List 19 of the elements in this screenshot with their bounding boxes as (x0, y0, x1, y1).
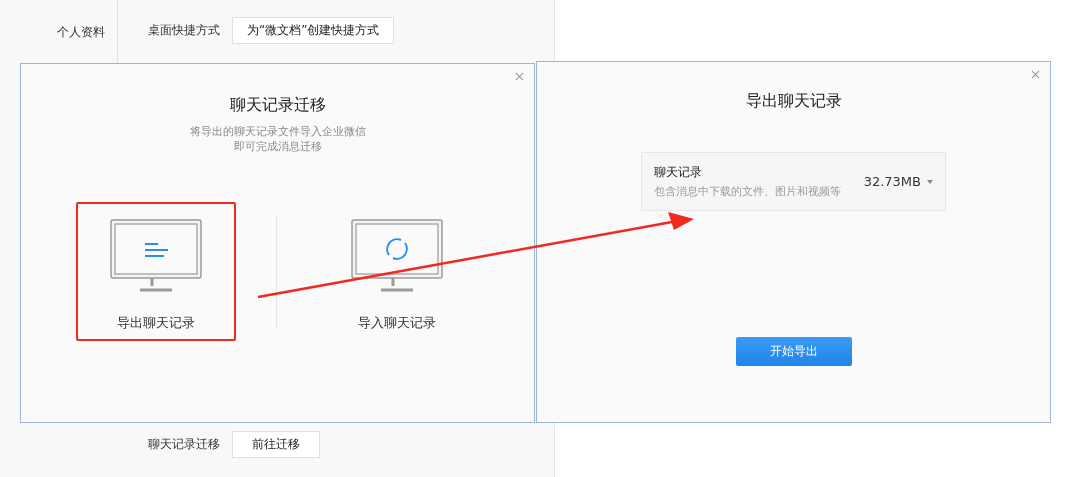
record-description: 包含消息中下载的文件、图片和视频等 (654, 185, 841, 199)
migration-option[interactable]: 导入聊天记录 (317, 202, 477, 341)
caret-icon (927, 179, 933, 184)
monitor-sync-icon (351, 219, 443, 293)
record-title: 聊天记录 (654, 164, 703, 181)
setting-label: 桌面快捷方式 (147, 22, 220, 39)
setting-label: 聊天记录迁移 (147, 436, 220, 453)
setting-button[interactable]: 前往迁移 (232, 431, 320, 458)
setting-button[interactable]: 为“微文档”创建快捷方式 (232, 17, 395, 44)
monitor-list-icon (110, 219, 202, 293)
migration-option[interactable]: 导出聊天记录 (76, 202, 236, 341)
dialog-title: 导出聊天记录 (745, 91, 842, 112)
close-icon[interactable] (515, 72, 524, 81)
dialog-title: 聊天记录迁移 (229, 95, 326, 116)
close-icon[interactable] (1031, 70, 1040, 79)
size-dropdown[interactable]: 32.73MB (863, 174, 933, 189)
dialog-subtitle: 即可完成消息迁移 (233, 139, 322, 154)
section-label: 个人资料 (57, 25, 105, 39)
dialog-subtitle: 将导出的聊天记录文件导入企业微信 (189, 124, 366, 139)
